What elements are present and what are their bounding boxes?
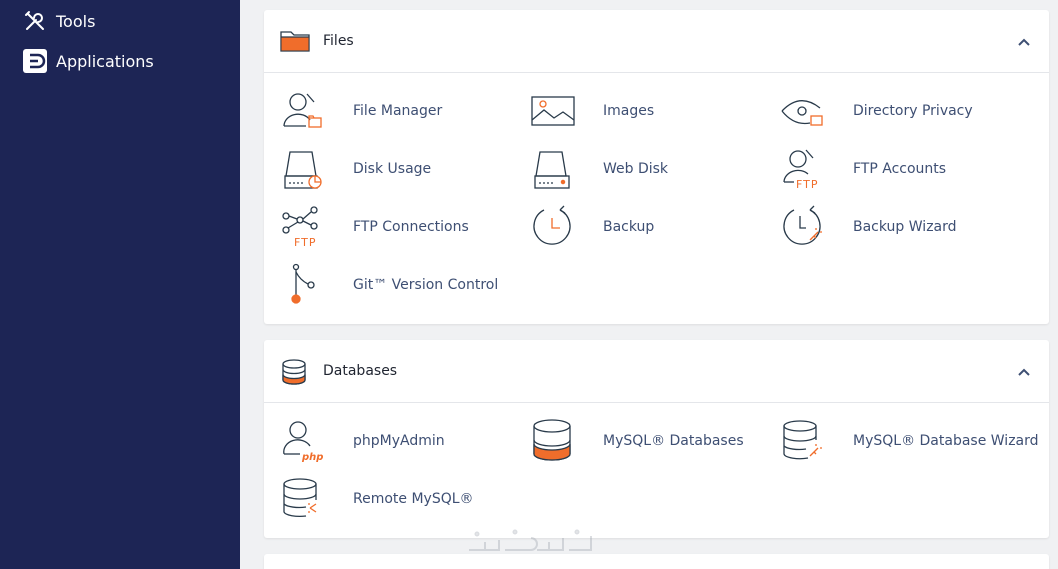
sidebar-item-applications[interactable]: Applications (22, 47, 154, 75)
item-label: Git™ Version Control (353, 277, 499, 293)
item-label: Remote MySQL® (353, 491, 474, 507)
item-label: Directory Privacy (853, 103, 973, 119)
item-label: Backup Wizard (853, 219, 957, 235)
chevron-up-icon[interactable] (1015, 363, 1033, 381)
directory-privacy-link[interactable]: Directory Privacy (780, 88, 973, 134)
mysql-databases-link[interactable]: MySQL® Databases (530, 418, 744, 464)
item-label: MySQL® Database Wizard (853, 433, 1039, 449)
phpmyadmin-link[interactable]: php phpMyAdmin (280, 418, 445, 464)
item-label: phpMyAdmin (353, 433, 445, 449)
svg-text:FTP: FTP (294, 236, 317, 249)
databases-panel-header[interactable]: Databases (264, 340, 1049, 403)
item-label: Web Disk (603, 161, 669, 177)
databases-panel: Databases php phpMyAdmin MySQL® Database… (264, 340, 1049, 538)
next-panel (264, 554, 1049, 569)
files-panel-header[interactable]: Files (264, 10, 1049, 73)
folder-icon (280, 28, 310, 56)
watermark-logo (465, 528, 595, 560)
item-label: File Manager (353, 103, 443, 119)
remote-mysql-link[interactable]: Remote MySQL® (280, 476, 474, 522)
chevron-up-icon[interactable] (1015, 33, 1033, 51)
images-icon (530, 88, 576, 134)
sidebar-item-label: Tools (56, 11, 96, 31)
item-label: Backup (603, 219, 655, 235)
item-label: FTP Accounts (853, 161, 947, 177)
git-icon (280, 262, 326, 308)
item-label: Disk Usage (353, 161, 432, 177)
ftp-connections-icon: FTP (280, 204, 326, 250)
sidebar: Tools Applications (0, 0, 240, 569)
web-disk-link[interactable]: Web Disk (530, 146, 668, 192)
item-label: FTP Connections (353, 219, 469, 235)
images-link[interactable]: Images (530, 88, 654, 134)
databases-panel-title: Databases (323, 363, 398, 379)
git-version-control-link[interactable]: Git™ Version Control (280, 262, 498, 308)
item-label: MySQL® Databases (603, 433, 744, 449)
sidebar-item-label: Applications (56, 51, 154, 71)
directory-privacy-icon (780, 88, 826, 134)
backup-link[interactable]: Backup (530, 204, 654, 250)
ftp-accounts-icon: FTP (780, 146, 826, 192)
backup-wizard-icon (780, 204, 826, 250)
tools-icon (22, 8, 48, 34)
svg-text:FTP: FTP (796, 178, 819, 191)
disk-usage-icon (280, 146, 326, 192)
mysql-database-wizard-link[interactable]: MySQL® Database Wizard (780, 418, 1039, 464)
mysql-databases-icon (530, 418, 576, 464)
file-manager-link[interactable]: File Manager (280, 88, 442, 134)
web-disk-icon (530, 146, 576, 192)
item-label: Images (603, 103, 655, 119)
database-icon (280, 358, 310, 386)
ftp-connections-link[interactable]: FTP FTP Connections (280, 204, 469, 250)
mysql-wizard-icon (780, 418, 826, 464)
backup-wizard-link[interactable]: Backup Wizard (780, 204, 957, 250)
sidebar-item-tools[interactable]: Tools (22, 7, 95, 35)
files-panel: Files File Manager Images Directory Priv… (264, 10, 1049, 324)
applications-icon (22, 48, 48, 74)
ftp-accounts-link[interactable]: FTP FTP Accounts (780, 146, 946, 192)
phpmyadmin-icon: php (280, 418, 326, 464)
file-manager-icon (280, 88, 326, 134)
remote-mysql-icon (280, 476, 326, 522)
backup-icon (530, 204, 576, 250)
disk-usage-link[interactable]: Disk Usage (280, 146, 431, 192)
svg-text:php: php (301, 452, 323, 463)
files-panel-title: Files (323, 33, 354, 49)
